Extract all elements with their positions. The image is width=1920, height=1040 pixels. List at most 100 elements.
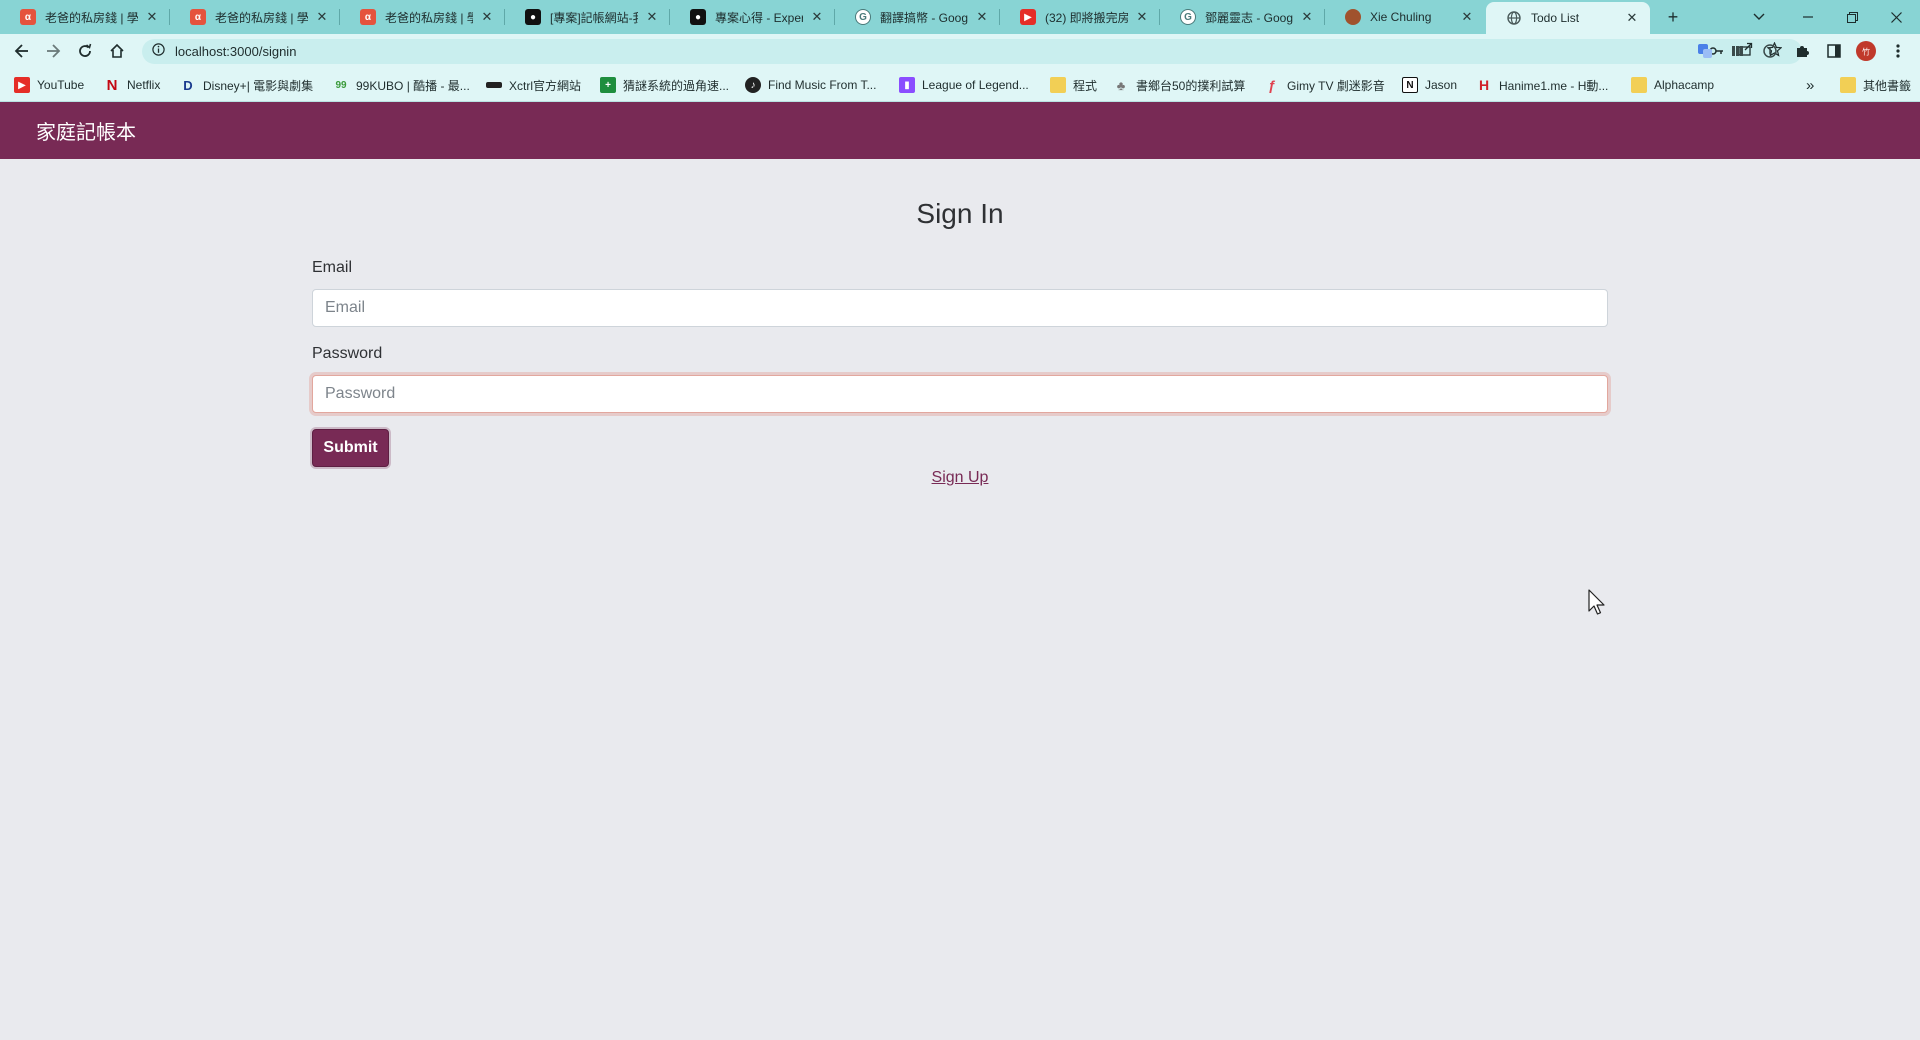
bookmark-label: 書鄉台50的撲利試算 (1136, 78, 1246, 93)
bookmark-label: League of Legend... (922, 78, 1029, 92)
gimy-icon: ƒ (1268, 77, 1276, 93)
submit-button[interactable]: Submit (312, 429, 389, 467)
browser-tab[interactable]: α 老爸的私房錢 | 學期... ✕ (170, 0, 340, 34)
extension-icon[interactable] (1727, 40, 1749, 62)
tab-title: Todo List (1531, 11, 1580, 25)
folder-icon (1050, 77, 1066, 93)
browser-tab-strip: α 老爸的私房錢 | 學期... ✕ α 老爸的私房錢 | 學期... ✕ α … (0, 0, 1920, 34)
tab-search-icon[interactable] (1746, 0, 1772, 34)
browser-tab[interactable]: α 老爸的私房錢 | 學期... ✕ (340, 0, 505, 34)
profile-avatar-icon[interactable]: 竹 (1855, 40, 1877, 62)
bookmark-label: Gimy TV 劇迷影音 (1287, 78, 1385, 93)
close-icon[interactable]: ✕ (144, 9, 160, 25)
sheets-icon: + (600, 77, 616, 93)
browser-tab[interactable]: Xie Chuling ✕ (1325, 0, 1485, 34)
bookmark-label: Alphacamp (1654, 78, 1715, 92)
close-icon[interactable]: ✕ (809, 9, 825, 25)
google-icon: G (1180, 9, 1196, 25)
email-field[interactable] (312, 289, 1608, 327)
browser-tab[interactable]: ▶ (32) 即將搬完房東... ✕ (1000, 0, 1160, 34)
brand-link[interactable]: 家庭記帳本 (36, 116, 136, 145)
close-icon[interactable]: ✕ (1624, 10, 1640, 26)
notion-icon: N (1402, 77, 1418, 93)
bookmark-item[interactable]: N Netflix (104, 68, 161, 102)
address-bar[interactable]: localhost:3000/signin (142, 39, 1802, 64)
folder-icon (1631, 77, 1647, 93)
page-title: Sign In (916, 198, 1004, 229)
bookmark-item[interactable]: H Hanime1.me - H動... (1476, 68, 1608, 102)
puzzle-icon[interactable] (1791, 40, 1813, 62)
back-icon[interactable] (9, 39, 35, 63)
close-icon[interactable]: ✕ (314, 9, 330, 25)
close-icon[interactable]: ✕ (479, 9, 495, 25)
new-tab-button[interactable]: + (1660, 0, 1686, 34)
browser-tab[interactable]: α 老爸的私房錢 | 學期... ✕ (0, 0, 170, 34)
bookmark-label: YouTube (37, 78, 85, 92)
medium-icon: ● (525, 9, 541, 25)
bookmark-folder[interactable]: Alphacamp (1631, 68, 1714, 102)
alphacamp-icon: α (190, 9, 206, 25)
bookmarks-bar: ▶ YouTube N Netflix D Disney+| 電影與劇集 99 99KU… (0, 68, 1920, 102)
bookmark-item[interactable]: ▶ YouTube (14, 68, 84, 102)
url-text: localhost:3000/signin (175, 44, 297, 59)
bookmark-folder[interactable]: 程式 (1050, 68, 1097, 102)
hanime-icon: H (1478, 77, 1490, 93)
menu-kebab-icon[interactable] (1887, 40, 1909, 62)
bookmark-label: 程式 (1073, 78, 1098, 93)
bookmarks-overflow-icon[interactable]: » (1806, 68, 1814, 102)
bookmark-label: 其他書籤 (1863, 78, 1912, 93)
bookmark-label: Find Music From T... (768, 78, 877, 92)
forward-icon[interactable] (40, 39, 66, 63)
extension-icon[interactable] (1759, 40, 1781, 62)
site-info-icon[interactable] (152, 42, 165, 61)
close-window-icon[interactable] (1880, 0, 1912, 34)
alphacamp-icon: α (360, 9, 376, 25)
close-icon[interactable]: ✕ (644, 9, 660, 25)
signup-link[interactable]: Sign Up (932, 469, 989, 486)
bookmark-folder[interactable]: 其他書籤 (1840, 68, 1911, 102)
disney-icon: D (183, 77, 193, 93)
close-icon[interactable]: ✕ (1299, 9, 1315, 25)
google-icon: G (855, 9, 871, 25)
tab-title: 鄧麗靈志 - Google... (1205, 10, 1293, 25)
password-label: Password (312, 345, 383, 362)
close-icon[interactable]: ✕ (1134, 9, 1150, 25)
browser-tab[interactable]: G 鄧麗靈志 - Google... ✕ (1160, 0, 1325, 34)
bookmark-item[interactable]: ♣ 書鄉台50的撲利試算 (1113, 68, 1246, 102)
reload-icon[interactable] (72, 39, 98, 63)
music-icon: ♪ (745, 77, 761, 93)
minimize-icon[interactable] (1792, 0, 1824, 34)
bookmark-item[interactable]: ƒ Gimy TV 劇迷影音 (1264, 68, 1385, 102)
xctrl-icon (486, 82, 502, 88)
bookmark-item[interactable]: + 猜謎系統的過角速... (600, 68, 729, 102)
mouse-cursor-icon (1588, 589, 1606, 617)
tab-title: 翻譯搞幣 - Google... (880, 10, 968, 25)
browser-tab[interactable]: ● [專案]記帳網站-我... ✕ (505, 0, 670, 34)
translate-extension-icon[interactable] (1694, 40, 1716, 62)
bookmark-item[interactable]: ▮ League of Legend... (899, 68, 1029, 102)
kubo-icon: 99 (335, 79, 347, 91)
tab-title: 老爸的私房錢 | 學期... (215, 10, 308, 25)
close-icon[interactable]: ✕ (1459, 9, 1475, 25)
svg-text:竹: 竹 (1862, 47, 1870, 57)
bookmark-label: Hanime1.me - H動... (1499, 78, 1609, 93)
bookmark-item[interactable]: Xctrl官方網站 (486, 68, 581, 102)
bookmark-label: Xctrl官方網站 (509, 78, 582, 93)
tab-title: 老爸的私房錢 | 學期... (385, 10, 473, 25)
browser-tab[interactable]: G 翻譯搞幣 - Google... ✕ (835, 0, 1000, 34)
browser-tab[interactable]: ● 專案心得 - Experi... ✕ (670, 0, 835, 34)
close-icon[interactable]: ✕ (974, 9, 990, 25)
twitch-icon: ▮ (899, 77, 915, 93)
browser-toolbar: localhost:3000/signin 竹 (0, 34, 1920, 68)
restore-icon[interactable] (1836, 0, 1868, 34)
bookmark-item[interactable]: ♪ Find Music From T... (745, 68, 876, 102)
bookmark-item[interactable]: 99 99KUBO | 酷播 - 最... (333, 68, 469, 102)
folder-icon (1840, 77, 1856, 93)
browser-tab-active[interactable]: Todo List ✕ (1486, 2, 1650, 34)
bookmark-item[interactable]: N Jason (1402, 68, 1457, 102)
home-icon[interactable] (104, 39, 130, 63)
password-field[interactable] (312, 375, 1608, 413)
bookmark-item[interactable]: D Disney+| 電影與劇集 (180, 68, 313, 102)
globe-icon (1506, 10, 1522, 26)
side-panel-icon[interactable] (1823, 40, 1845, 62)
